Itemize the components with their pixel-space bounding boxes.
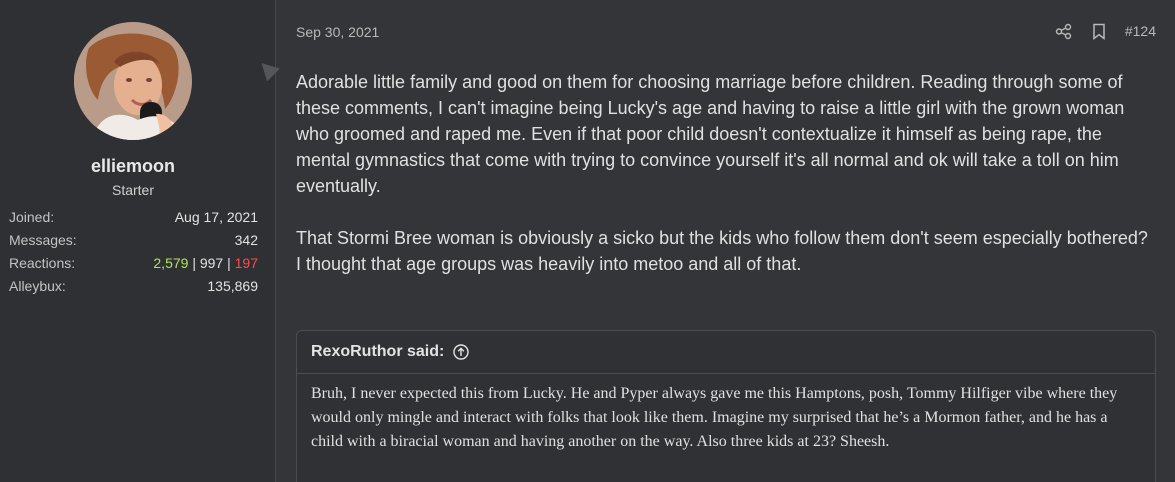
reactions-separator: | xyxy=(188,255,200,271)
arrow-up-circle-icon[interactable] xyxy=(453,344,470,360)
username[interactable]: elliemoon xyxy=(0,156,266,177)
avatar-image xyxy=(74,22,192,140)
stat-reactions: Reactions: 2,579 | 997 | 197 xyxy=(9,253,258,276)
stat-value-alleybux: 135,869 xyxy=(207,278,258,294)
forum-post: elliemoon Starter Joined: Aug 17, 2021 M… xyxy=(0,0,1175,482)
bookmark-icon[interactable] xyxy=(1090,22,1108,40)
post-paragraph: That Stormi Bree woman is obviously a si… xyxy=(296,228,1148,274)
share-icon[interactable] xyxy=(1055,22,1073,40)
quote-block: RexoRuthor said: Bruh, I never expected … xyxy=(296,330,1156,482)
user-stats: Joined: Aug 17, 2021 Messages: 342 React… xyxy=(9,207,258,299)
stat-value-joined: Aug 17, 2021 xyxy=(174,209,258,225)
reactions-separator: | xyxy=(223,255,235,271)
post-date[interactable]: Sep 30, 2021 xyxy=(296,24,379,40)
stat-label-joined: Joined: xyxy=(9,209,55,225)
stat-label-alleybux: Alleybux: xyxy=(9,278,66,294)
quote-text: Bruh, I never expected this from Lucky. … xyxy=(311,385,1118,450)
post-actions: #124 xyxy=(1055,22,1156,40)
post-message: Adorable little family and good on them … xyxy=(296,69,1156,303)
post-number-link[interactable]: #124 xyxy=(1125,23,1156,39)
quote-header: RexoRuthor said: xyxy=(297,331,1155,374)
stat-label-messages: Messages: xyxy=(9,232,77,248)
reactions-negative-count: 197 xyxy=(234,255,258,271)
stat-label-reactions: Reactions: xyxy=(9,255,76,271)
reactions-positive-count: 2,579 xyxy=(153,255,189,271)
post-paragraph: Adorable little family and good on them … xyxy=(296,72,1125,196)
stat-value-reactions[interactable]: 2,579 | 997 | 197 xyxy=(153,253,258,276)
post-content: Sep 30, 2021 #124 Adorable little family… xyxy=(296,0,1156,482)
stat-value-messages[interactable]: 342 xyxy=(235,230,258,253)
quote-author[interactable]: RexoRuthor said: xyxy=(311,343,444,361)
stat-joined: Joined: Aug 17, 2021 xyxy=(9,207,258,230)
user-title: Starter xyxy=(111,182,154,198)
avatar[interactable] xyxy=(74,22,192,140)
user-info-panel: elliemoon Starter Joined: Aug 17, 2021 M… xyxy=(0,0,276,482)
reactions-neutral-count: 997 xyxy=(199,255,224,271)
stat-alleybux: Alleybux: 135,869 xyxy=(9,276,258,299)
stat-messages: Messages: 342 xyxy=(9,230,258,253)
